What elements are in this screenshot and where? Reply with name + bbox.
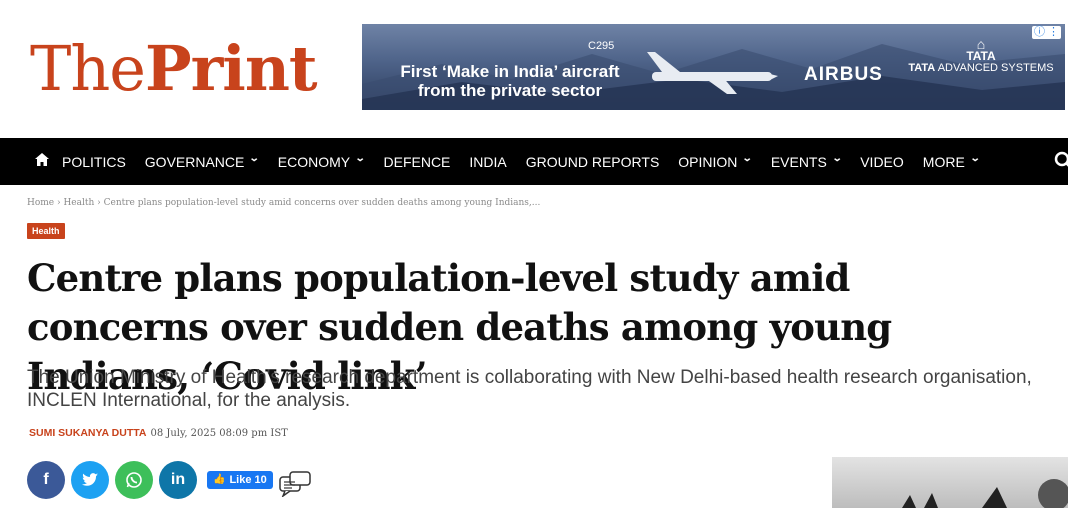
- nav-item-label: VIDEO: [860, 153, 904, 170]
- chevron-down-icon: ⌄: [831, 153, 843, 164]
- article-hero-image: [832, 457, 1068, 508]
- facebook-icon: f: [43, 470, 49, 488]
- comment-icon[interactable]: [279, 471, 311, 502]
- nav-item-india[interactable]: INDIA: [469, 154, 506, 170]
- logo-the: The: [30, 32, 146, 105]
- share-bar: f in 👍 Like 10: [27, 457, 311, 502]
- facebook-like-button[interactable]: 👍 Like 10: [207, 470, 273, 489]
- main-nav: POLITICS GOVERNANCE ⌄ ECONOMY ⌄ DEFENCE INDIA G…: [0, 138, 1068, 185]
- ad-model-label: C295: [588, 40, 615, 52]
- airbus-logo: AIRBUS: [804, 64, 883, 85]
- nav-item-label: EVENTS: [770, 153, 827, 170]
- nav-item-governance[interactable]: GOVERNANCE ⌄: [144, 153, 261, 170]
- twitter-share-button[interactable]: [71, 460, 109, 499]
- thumbs-up-icon: 👍: [213, 474, 226, 485]
- nav-item-politics[interactable]: POLITICS: [62, 154, 126, 170]
- ad-info-icon[interactable]: ⓘ ⋮: [1031, 26, 1061, 39]
- nav-item-defence[interactable]: DEFENCE: [384, 154, 451, 170]
- nav-item-video[interactable]: VIDEO: [860, 154, 904, 170]
- tata-name: TATA ADVANCED SYSTEMS: [906, 62, 1056, 74]
- author-link[interactable]: SUMI SUKANYA DUTTA: [29, 427, 146, 439]
- tata-name-rest: ADVANCED SYSTEMS: [935, 62, 1054, 74]
- whatsapp-share-button[interactable]: [115, 460, 153, 499]
- twitter-icon: [82, 472, 98, 486]
- publish-date: 08 July, 2025 08:09 pm IST: [150, 428, 288, 439]
- nav-item-label: INDIA: [469, 153, 507, 170]
- nav-item-label: DEFENCE: [383, 153, 451, 170]
- chevron-down-icon: ⌄: [969, 153, 981, 164]
- chevron-down-icon: ⌄: [354, 153, 366, 164]
- logo-print: Print: [144, 32, 318, 105]
- breadcrumb[interactable]: Home › Health › Centre plans population-…: [27, 198, 540, 208]
- linkedin-share-button[interactable]: in: [159, 460, 197, 499]
- linkedin-icon: in: [170, 470, 186, 488]
- whatsapp-icon: [126, 471, 142, 488]
- nav-item-events[interactable]: EVENTS ⌄: [770, 153, 843, 170]
- nav-item-label: ECONOMY: [277, 153, 351, 170]
- tata-logo: ⌂ TATA TATA ADVANCED SYSTEMS: [906, 37, 1056, 74]
- nav-item-label: GOVERNANCE: [144, 153, 245, 170]
- ad-banner[interactable]: C295 First ‘Make in India’ aircraft from…: [362, 24, 1065, 110]
- chevron-down-icon: ⌄: [742, 153, 754, 164]
- nav-item-label: OPINION: [678, 153, 738, 170]
- nav-item-economy[interactable]: ECONOMY ⌄: [277, 153, 366, 170]
- tata-wordmark: TATA: [966, 49, 996, 63]
- nav-item-ground-reports[interactable]: GROUND REPORTS: [526, 154, 660, 170]
- facebook-share-button[interactable]: f: [27, 460, 65, 499]
- ad-headline-line1: First ‘Make in India’ aircraft: [400, 62, 620, 81]
- nav-item-opinion[interactable]: OPINION ⌄: [678, 153, 754, 170]
- tata-name-bold: TATA: [908, 62, 936, 74]
- search-icon[interactable]: [1054, 151, 1068, 177]
- like-count-label: Like 10: [229, 473, 267, 486]
- nav-item-label: MORE: [922, 153, 965, 170]
- nav-item-label: GROUND REPORTS: [525, 153, 660, 170]
- chevron-down-icon: ⌄: [249, 153, 261, 164]
- category-tag[interactable]: Health: [27, 223, 65, 239]
- site-logo[interactable]: ThePrint: [30, 38, 318, 100]
- nav-item-label: POLITICS: [62, 153, 126, 170]
- ad-headline-line2: from the private sector: [417, 81, 603, 100]
- byline: SUMI SUKANYA DUTTA 08 July, 2025 08:09 pm…: [29, 427, 288, 439]
- article-dek: The Union Ministry of Health's research …: [27, 367, 1032, 411]
- ad-headline: First ‘Make in India’ aircraft from the …: [390, 62, 630, 100]
- home-icon[interactable]: [22, 152, 62, 171]
- nav-item-more[interactable]: MORE ⌄: [922, 153, 981, 170]
